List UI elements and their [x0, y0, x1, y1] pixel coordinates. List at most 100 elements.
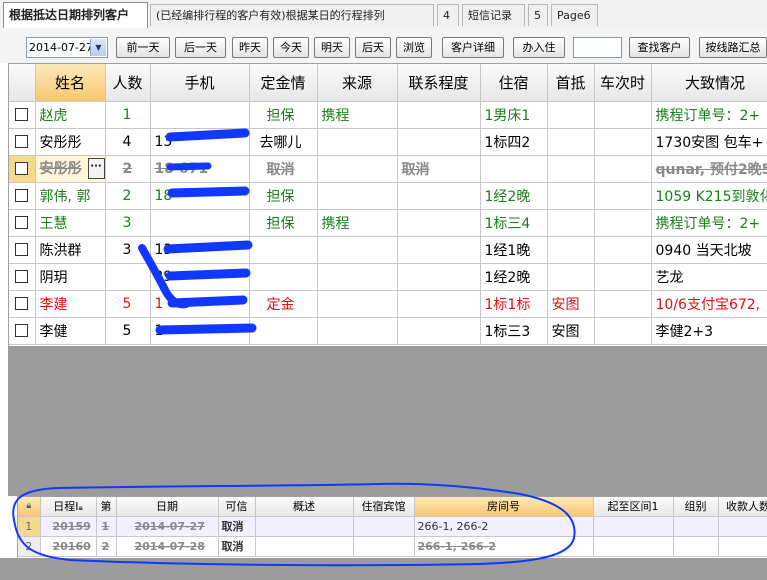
cell-contact[interactable]: 取消	[397, 155, 481, 183]
cell-lodging[interactable]: 1标四2	[480, 128, 548, 156]
cell-first-arrival[interactable]: 安图	[547, 290, 595, 318]
table-row[interactable]: 2 20160 2 2014-07-28 取消 266-1, 266-2	[18, 536, 767, 557]
cell-deposit[interactable]: 担保	[249, 182, 318, 210]
col-credible-header[interactable]: 可信	[218, 497, 256, 517]
col-room-header[interactable]: 房间号	[414, 497, 594, 517]
table-row[interactable]: 李健 5 1 1标三3 安图 李健2+3	[9, 317, 767, 345]
prev-day-button[interactable]: 前一天	[116, 37, 170, 58]
customer-search-input[interactable]	[573, 37, 622, 58]
col-range-header[interactable]: 起至区间1	[593, 497, 674, 517]
cell-name[interactable]: 李建	[35, 290, 106, 318]
cell-lodging[interactable]: 1经1晚	[480, 236, 548, 264]
row-checkbox[interactable]	[9, 317, 36, 345]
cell-first-arrival[interactable]	[547, 209, 595, 237]
cell-source[interactable]	[317, 236, 398, 264]
col-summary-header[interactable]: 大致情况	[651, 64, 767, 102]
tab-4[interactable]: 4	[437, 4, 459, 26]
cell-name[interactable]: 郭伟, 郭	[35, 182, 106, 210]
col-lodging-header[interactable]: 住宿	[480, 64, 548, 102]
cell-summary[interactable]: 10/6支付宝672,	[651, 290, 767, 318]
cell-phone[interactable]: 13	[150, 236, 250, 264]
col-payers-header[interactable]: 收款人数	[718, 497, 767, 517]
checkbox-icon[interactable]	[15, 108, 29, 121]
cell-count[interactable]: 4	[105, 128, 151, 156]
find-customer-button[interactable]: 查找客户	[629, 37, 690, 58]
cell-train[interactable]	[594, 182, 652, 210]
cell-name[interactable]: 安彤彤	[35, 128, 106, 156]
cell-count[interactable]	[105, 263, 151, 291]
cell-date[interactable]: 2014-07-27	[116, 516, 219, 537]
cell-train[interactable]	[594, 209, 652, 237]
cell-payers[interactable]	[718, 516, 767, 537]
checkbox-icon[interactable]	[15, 270, 29, 283]
col-seq-header[interactable]: 第	[96, 497, 117, 517]
row-checkbox[interactable]	[9, 290, 36, 318]
cell-count[interactable]: 2	[105, 182, 151, 210]
cell-name[interactable]: 安彤彤	[40, 161, 82, 177]
dropdown-arrow-icon[interactable]: ▼	[90, 39, 106, 56]
cell-first-arrival[interactable]	[547, 236, 595, 264]
cell-credible[interactable]: 取消	[218, 516, 256, 537]
cell-name[interactable]: 李健	[35, 317, 106, 345]
cell-train[interactable]	[594, 263, 652, 291]
cell-phone[interactable]: 18	[150, 182, 250, 210]
cell-source[interactable]	[317, 155, 398, 183]
cell-name[interactable]: 王慧	[35, 209, 106, 237]
cell-first-arrival[interactable]	[547, 263, 595, 291]
cell-group[interactable]	[673, 516, 719, 537]
cell-source[interactable]	[317, 182, 398, 210]
today-button[interactable]: 今天	[273, 37, 309, 58]
cell-deposit[interactable]: 取消	[249, 155, 318, 183]
cell-contact[interactable]	[397, 101, 481, 129]
table-row[interactable]: 1 20159 1 2014-07-27 取消 266-1, 266-2	[18, 516, 767, 537]
cell-count[interactable]: 1	[105, 101, 151, 129]
cell-first-arrival[interactable]	[547, 182, 595, 210]
customer-detail-button[interactable]: 客户详细	[442, 37, 504, 58]
yesterday-button[interactable]: 昨天	[232, 37, 268, 58]
cell-first-arrival[interactable]	[547, 101, 595, 129]
cell-source[interactable]	[317, 263, 398, 291]
cell-payers[interactable]	[718, 536, 767, 557]
cell-seq[interactable]: 1	[96, 516, 117, 537]
table-row[interactable]: 安彤彤 ··· 2 18 671 取消 取消 qunar, 预付2晚55元	[9, 155, 767, 183]
cell-lodging[interactable]: 1男床1	[480, 101, 548, 129]
cell-train[interactable]	[594, 236, 652, 264]
tab-page6[interactable]: Page6	[551, 4, 598, 26]
col-overview-header[interactable]: 概述	[255, 497, 354, 517]
cell-summary[interactable]: 携程订单号：2+	[651, 209, 767, 237]
check-in-button[interactable]: 办入住	[513, 37, 565, 58]
cell-lodging[interactable]: 1标三3	[480, 317, 548, 345]
cell-train[interactable]	[594, 128, 652, 156]
row-checkbox[interactable]	[9, 182, 36, 210]
cell-lodging[interactable]: 1标三4	[480, 209, 548, 237]
cell-credible[interactable]: 取消	[218, 536, 256, 557]
table-row[interactable]: 王慧 3 担保 携程 1标三4 携程订单号：2+	[9, 209, 767, 237]
cell-phone[interactable]	[150, 101, 250, 129]
cell-range[interactable]	[593, 516, 674, 537]
col-phone-header[interactable]: 手机	[150, 64, 250, 102]
col-group-header[interactable]: 组别	[673, 497, 719, 517]
select-all-header[interactable]	[9, 64, 36, 102]
cell-range[interactable]	[593, 536, 674, 557]
checkbox-icon[interactable]	[15, 189, 29, 202]
cell-train[interactable]	[594, 155, 652, 183]
checkbox-icon[interactable]	[15, 216, 29, 229]
col-hotel-header[interactable]: 住宿宾馆	[353, 497, 415, 517]
checkbox-icon[interactable]	[15, 324, 29, 337]
cell-overview[interactable]	[255, 516, 354, 537]
cell-phone[interactable]: 1	[150, 290, 250, 318]
col-count-header[interactable]: 人数	[105, 64, 151, 102]
cell-date[interactable]: 2014-07-28	[116, 536, 219, 557]
table-row[interactable]: 李建 5 1 定金 1标1标 安图 10/6支付宝672,	[9, 290, 767, 318]
cell-train[interactable]	[594, 317, 652, 345]
checkbox-icon[interactable]	[15, 162, 29, 175]
cell-lodging[interactable]: 1经2晚	[480, 263, 548, 291]
cell-name[interactable]: 陈洪群	[35, 236, 106, 264]
row-checkbox[interactable]	[9, 263, 36, 291]
col-date-header[interactable]: 日期	[116, 497, 219, 517]
cell-count[interactable]: 5	[105, 317, 151, 345]
cell-schedule-id[interactable]: 20159	[40, 516, 97, 537]
table-row[interactable]: 陈洪群 3 13 1经1晚 0940 当天北坡	[9, 236, 767, 264]
table-row[interactable]: 阴玥 39 1经2晚 艺龙	[9, 263, 767, 291]
cell-seq[interactable]: 2	[96, 536, 117, 557]
